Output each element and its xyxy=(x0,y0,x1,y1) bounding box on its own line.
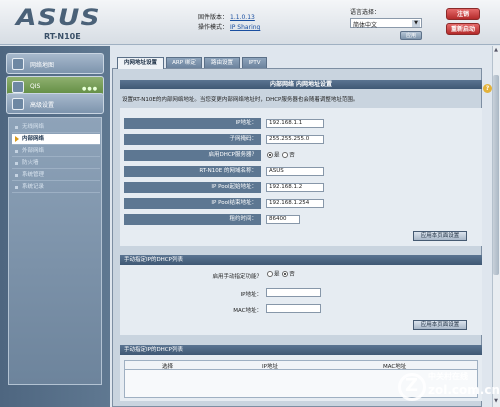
pool-start-label: IP Pool起始地址： xyxy=(124,182,261,193)
ip-address-input[interactable]: 192.168.1.1 xyxy=(266,119,324,128)
manual-no-radio[interactable] xyxy=(282,271,289,277)
row-dhcp-enable: 启用DHCP服务器？ 是 否 xyxy=(124,150,481,161)
sidebar-item-network-map[interactable]: 网络地图 xyxy=(6,53,104,74)
column-mac: MAC地址 xyxy=(383,364,407,370)
subnet-mask-label: 子网掩码： xyxy=(124,134,261,145)
row-lease-time: 租约时间： 86400 xyxy=(124,214,481,225)
tab-arp-binding[interactable]: ARP 绑定 xyxy=(166,57,202,68)
network-map-icon xyxy=(12,58,24,70)
submenu-item-system-log[interactable]: 系统记录 xyxy=(12,182,100,193)
sidebar-item-advanced[interactable]: 高级设置 xyxy=(6,93,104,114)
help-icon[interactable]: ? xyxy=(483,84,492,93)
submenu-item-lan[interactable]: 内部网络 xyxy=(12,134,100,145)
apply-lan-button[interactable]: 应用本页面设置 xyxy=(413,231,467,241)
dhcp-enable-radio-group: 是 否 xyxy=(266,152,295,160)
column-select: 选择 xyxy=(162,364,174,370)
row-ip-address: IP地址： 192.168.1.1 xyxy=(124,118,481,129)
row-pool-start: IP Pool起始地址： 192.168.1.2 xyxy=(124,182,481,193)
dhcp-no-label: 否 xyxy=(289,152,295,159)
manual-ip-input[interactable] xyxy=(266,288,321,297)
language-label: 语言选择： xyxy=(350,9,381,16)
manual-mac-label: MAC地址： xyxy=(233,308,262,314)
language-apply-button[interactable]: 应用 xyxy=(400,31,422,40)
sidebar-item-label: 高级设置 xyxy=(30,102,55,109)
mode-label: 操作模式： xyxy=(198,24,229,31)
firmware-info: 固件版本： 1.1.0.13 操作模式： IP Sharing xyxy=(198,13,260,33)
column-ip: IP地址 xyxy=(262,364,278,370)
tab-iptv[interactable]: IPTV xyxy=(242,57,267,68)
apply-manual-button[interactable]: 应用本页面设置 xyxy=(413,320,467,330)
tab-route[interactable]: 路由设置 xyxy=(204,57,240,68)
row-domain-name: RT-N10E 的网域名称： ASUS xyxy=(124,166,481,177)
submenu-item-wireless[interactable]: 无线网络 xyxy=(12,122,100,133)
page-title: 内部网络 内网地址设置 xyxy=(120,80,482,89)
page-description: 设置RT-N10E的内部网络地址。当您变更内部网络地址时，DHCP服务器也会随着… xyxy=(122,97,359,103)
pool-end-label: IP Pool结束地址： xyxy=(124,198,261,209)
scrollbar-thumb[interactable] xyxy=(493,75,499,275)
dhcp-yes-radio[interactable] xyxy=(267,152,273,158)
manual-no-label: 否 xyxy=(289,271,295,278)
firmware-link[interactable]: 1.1.0.13 xyxy=(230,14,255,21)
ip-address-label: IP地址： xyxy=(124,118,261,129)
mode-link[interactable]: IP Sharing xyxy=(230,24,260,31)
asus-logo: ASUS RT-N10E xyxy=(10,4,110,42)
lease-time-input[interactable]: 86400 xyxy=(266,215,300,224)
scroll-up-icon[interactable]: ▲ xyxy=(493,47,499,54)
header: ASUS RT-N10E 固件版本： 1.1.0.13 操作模式： IP Shari… xyxy=(0,0,500,45)
manual-yes-label: 是 xyxy=(274,271,280,278)
lease-time-label: 租约时间： xyxy=(124,214,261,225)
manual-dhcp-header: 手动指定IP的DHCP列表 xyxy=(120,255,482,265)
advanced-settings-icon xyxy=(12,98,24,110)
brand-text: ASUS xyxy=(16,6,101,31)
row-subnet-mask: 子网掩码： 255.255.255.0 xyxy=(124,134,481,145)
advanced-submenu: 无线网络 内部网络 外部网络 防火墙 系统管理 系统记录 xyxy=(8,117,102,385)
watermark-text: 中关村在线 xyxy=(428,372,468,381)
chevron-down-icon: ▼ xyxy=(412,20,420,27)
domain-name-input[interactable]: ASUS xyxy=(266,167,324,176)
dots-icon: ●●● xyxy=(82,86,99,92)
scroll-down-icon[interactable]: ▼ xyxy=(493,398,499,405)
manual-enable-label: 启用手动指定功能？ xyxy=(212,274,262,280)
dhcp-list-table-header: 选择 IP地址 MAC地址 xyxy=(124,360,478,370)
dhcp-yes-label: 是 xyxy=(274,152,280,159)
model-name: RT-N10E xyxy=(44,32,81,41)
logout-button[interactable]: 注销 xyxy=(446,8,480,20)
reboot-button[interactable]: 重新启动 xyxy=(446,23,480,35)
submenu-item-administration[interactable]: 系统管理 xyxy=(12,170,100,181)
pool-start-input[interactable]: 192.168.1.2 xyxy=(266,183,324,192)
sidebar-item-label: 网络地图 xyxy=(30,62,55,69)
watermark-domain: zol.com.cn xyxy=(428,383,500,397)
watermark-z-glyph: Z xyxy=(405,375,419,396)
dhcp-enable-label: 启用DHCP服务器？ xyxy=(124,150,261,161)
manual-yes-radio[interactable] xyxy=(267,271,273,277)
manual-mac-input[interactable] xyxy=(266,304,321,313)
dhcp-no-radio[interactable] xyxy=(282,152,289,158)
domain-name-label: RT-N10E 的网域名称： xyxy=(124,166,261,177)
submenu-item-firewall[interactable]: 防火墙 xyxy=(12,158,100,169)
tab-lan-ip[interactable]: 内网地址设置 xyxy=(117,57,164,69)
firmware-label: 固件版本： xyxy=(198,14,229,21)
manual-enable-radio-group: 是 否 xyxy=(266,271,295,279)
submenu-item-wan[interactable]: 外部网络 xyxy=(12,146,100,157)
dhcp-list-header: 手动指定IP的DHCP列表 xyxy=(120,345,482,355)
zol-watermark: Z 中关村在线 zol.com.cn xyxy=(398,371,500,403)
sidebar-item-label: QIS xyxy=(30,83,41,90)
manual-ip-label: IP地址： xyxy=(240,292,262,298)
row-pool-end: IP Pool结束地址： 192.168.1.254 xyxy=(124,198,481,209)
qis-icon xyxy=(12,81,24,93)
language-select[interactable]: 简体中文 ▼ xyxy=(350,18,422,29)
pool-end-input[interactable]: 192.168.1.254 xyxy=(266,199,324,208)
subnet-mask-input[interactable]: 255.255.255.0 xyxy=(266,135,324,144)
language-value: 简体中文 xyxy=(353,22,378,29)
